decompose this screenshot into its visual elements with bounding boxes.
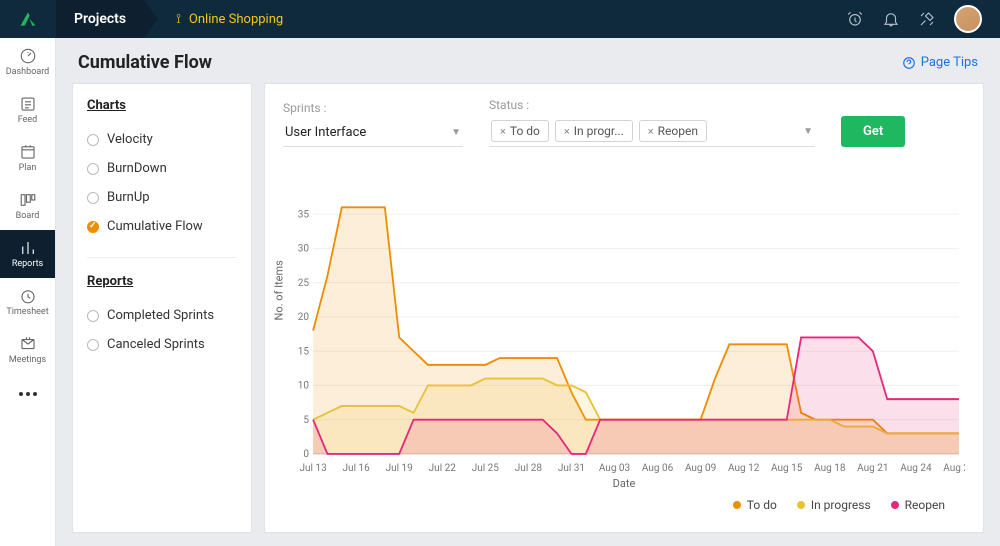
radio-icon [87, 192, 99, 204]
tools-icon[interactable] [918, 10, 936, 28]
svg-text:Aug 06: Aug 06 [642, 461, 674, 474]
topbar: Projects ⟟ Online Shopping [0, 0, 1000, 38]
svg-text:Jul 13: Jul 13 [299, 461, 326, 474]
svg-text:Aug 18: Aug 18 [814, 461, 846, 474]
bell-icon[interactable] [882, 10, 900, 28]
project-name: Online Shopping [189, 12, 283, 27]
y-axis-label: No. of Items [273, 260, 286, 320]
legend-dot-icon [891, 501, 899, 509]
radio-icon [87, 310, 99, 322]
chart-option-cumulative[interactable]: Cumulative Flow [87, 212, 237, 241]
sprints-label: Sprints : [283, 101, 463, 115]
legend-item: To do [733, 498, 777, 512]
left-panel: Charts Velocity BurnDown BurnUp Cumulati… [72, 83, 252, 533]
svg-text:Jul 31: Jul 31 [558, 461, 585, 474]
svg-text:Aug 27: Aug 27 [943, 461, 965, 474]
sidebar-item-timesheet[interactable]: Timesheet [0, 278, 55, 326]
svg-text:Jul 28: Jul 28 [515, 461, 542, 474]
report-option-completed[interactable]: Completed Sprints [87, 301, 237, 330]
sidebar-item-board[interactable]: Board [0, 182, 55, 230]
svg-text:Aug 12: Aug 12 [728, 461, 760, 474]
chevron-down-icon: ▼ [451, 127, 461, 138]
legend-item: Reopen [891, 498, 945, 512]
sprints-dropdown[interactable]: User Interface ▼ [283, 119, 463, 147]
legend: To do In progress Reopen [283, 490, 965, 518]
svg-text:35: 35 [298, 207, 309, 220]
svg-text:Aug 03: Aug 03 [599, 461, 631, 474]
avatar[interactable] [954, 5, 982, 33]
svg-text:Aug 15: Aug 15 [771, 461, 803, 474]
legend-item: In progress [797, 498, 871, 512]
radio-icon [87, 163, 99, 175]
status-chip[interactable]: ×To do [491, 120, 549, 142]
svg-text:Jul 25: Jul 25 [472, 461, 499, 474]
svg-text:0: 0 [303, 447, 309, 460]
close-icon[interactable]: × [564, 125, 570, 138]
pin-icon: ⟟ [176, 12, 181, 27]
chart-option-burndown[interactable]: BurnDown [87, 154, 237, 183]
status-multiselect[interactable]: ×To do ×In progr... ×Reopen ▼ [489, 116, 815, 147]
close-icon[interactable]: × [500, 125, 506, 138]
sidebar-item-plan[interactable]: Plan [0, 134, 55, 182]
status-chip[interactable]: ×Reopen [639, 120, 707, 142]
reports-section-title: Reports [87, 274, 237, 289]
divider [87, 257, 237, 258]
x-axis-label: Date [283, 477, 965, 490]
page-tips-link[interactable]: Page Tips [902, 55, 978, 70]
nav-projects[interactable]: Projects [56, 0, 144, 38]
status-chip[interactable]: ×In progr... [555, 120, 633, 142]
svg-text:20: 20 [298, 310, 309, 323]
help-icon [902, 56, 916, 70]
sidebar-item-meetings[interactable]: Meetings [0, 326, 55, 374]
sidebar: Dashboard Feed Plan Board Reports Timesh… [0, 38, 56, 546]
svg-text:Aug 21: Aug 21 [857, 461, 888, 474]
svg-text:5: 5 [303, 413, 309, 426]
sidebar-item-reports[interactable]: Reports [0, 230, 55, 278]
chart: No. of Items 05101520253035Jul 13Jul 16J… [283, 201, 965, 475]
chart-option-velocity[interactable]: Velocity [87, 125, 237, 154]
svg-text:Aug 24: Aug 24 [900, 461, 932, 474]
radio-icon [87, 339, 99, 351]
get-button[interactable]: Get [841, 116, 905, 147]
legend-dot-icon [733, 501, 741, 509]
right-panel: Sprints : User Interface ▼ Status : ×To … [264, 83, 984, 533]
app-logo[interactable] [0, 9, 56, 29]
svg-text:Jul 19: Jul 19 [386, 461, 413, 474]
sidebar-more[interactable] [0, 374, 55, 414]
project-selector[interactable]: ⟟ Online Shopping [176, 12, 283, 27]
legend-dot-icon [797, 501, 805, 509]
svg-text:25: 25 [298, 276, 309, 289]
chevron-down-icon: ▼ [803, 126, 813, 137]
close-icon[interactable]: × [648, 125, 654, 138]
svg-text:15: 15 [298, 344, 309, 357]
chart-option-burnup[interactable]: BurnUp [87, 183, 237, 212]
report-option-canceled[interactable]: Canceled Sprints [87, 330, 237, 359]
svg-text:Aug 09: Aug 09 [685, 461, 717, 474]
svg-text:30: 30 [298, 241, 309, 254]
status-label: Status : [489, 98, 815, 112]
radio-checked-icon [87, 221, 99, 233]
sidebar-item-feed[interactable]: Feed [0, 86, 55, 134]
radio-icon [87, 134, 99, 146]
charts-section-title: Charts [87, 98, 237, 113]
svg-text:Jul 22: Jul 22 [429, 461, 456, 474]
svg-text:10: 10 [298, 378, 309, 391]
alarm-icon[interactable] [846, 10, 864, 28]
sidebar-item-dashboard[interactable]: Dashboard [0, 38, 55, 86]
svg-text:Jul 16: Jul 16 [343, 461, 370, 474]
page-title: Cumulative Flow [78, 52, 212, 73]
